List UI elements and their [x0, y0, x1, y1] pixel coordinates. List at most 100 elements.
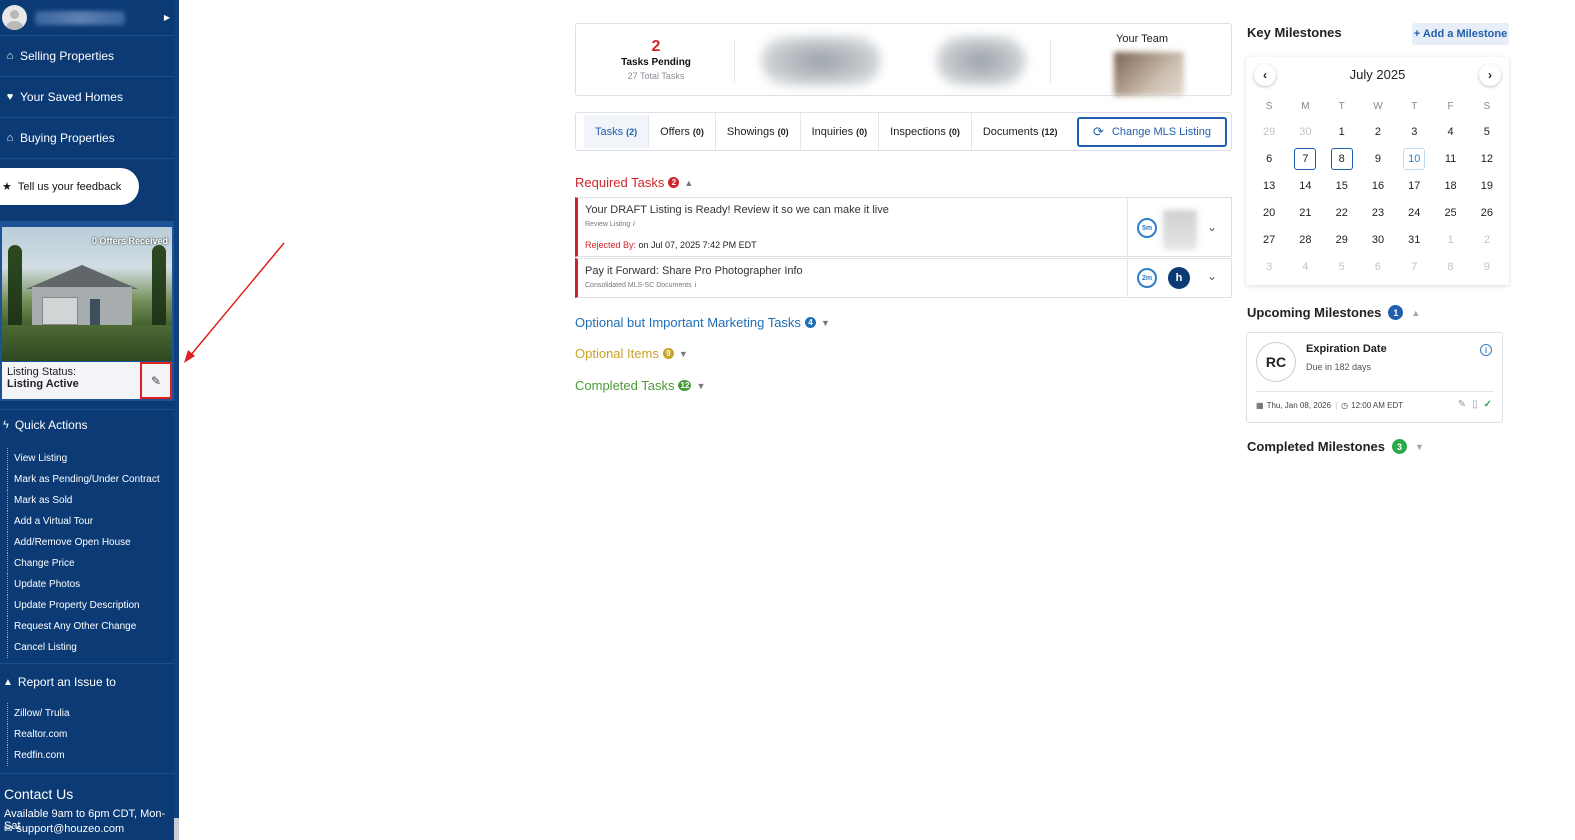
add-milestone-button[interactable]: + Add a Milestone: [1412, 23, 1509, 45]
calendar-day[interactable]: 7: [1396, 253, 1432, 280]
calendar-day[interactable]: 13: [1251, 172, 1287, 199]
calendar-day[interactable]: 2: [1469, 226, 1505, 253]
sidebar-item-selling-properties[interactable]: ⌂ Selling Properties: [0, 36, 174, 77]
scrollbar-thumb[interactable]: [174, 0, 179, 818]
change-mls-listing-button[interactable]: ⟳ Change MLS Listing: [1077, 117, 1227, 147]
calendar-day[interactable]: 7: [1287, 145, 1323, 172]
required-tasks-heading[interactable]: Required Tasks 2 ▲: [575, 175, 693, 190]
chevron-down-icon[interactable]: ⌄: [1207, 220, 1217, 234]
sidebar-item-saved-homes[interactable]: ♥ Your Saved Homes: [0, 77, 174, 118]
quick-action-cancel-listing[interactable]: Cancel Listing: [0, 637, 174, 658]
report-link-realtor[interactable]: Realtor.com: [0, 724, 174, 745]
upcoming-milestones-heading[interactable]: Upcoming Milestones 1 ▲: [1247, 305, 1420, 320]
task-row[interactable]: Your DRAFT Listing is Ready! Review it s…: [575, 197, 1232, 257]
quick-action-other-change[interactable]: Request Any Other Change: [0, 616, 174, 637]
feedback-button[interactable]: ★ Tell us your feedback: [0, 168, 139, 205]
calendar-day[interactable]: 17: [1396, 172, 1432, 199]
info-icon[interactable]: i: [1480, 344, 1492, 356]
team-avatar[interactable]: [1114, 52, 1184, 96]
report-link-zillow[interactable]: Zillow/ Trulia: [0, 703, 174, 724]
calendar-day[interactable]: 9: [1360, 145, 1396, 172]
sidebar-scrollbar[interactable]: [174, 0, 179, 840]
section-label: Completed Tasks: [575, 378, 675, 393]
trash-icon[interactable]: ▯: [1472, 399, 1478, 410]
calendar-day[interactable]: 8: [1324, 145, 1360, 172]
calendar-day[interactable]: 30: [1360, 226, 1396, 253]
paperclip-icon[interactable]: ✎: [140, 362, 172, 399]
calendar-day[interactable]: 10: [1396, 145, 1432, 172]
section-count-badge: 4: [804, 317, 816, 328]
user-menu[interactable]: ▶: [0, 0, 174, 36]
calendar-day[interactable]: 26: [1469, 199, 1505, 226]
calendar-day[interactable]: 9: [1469, 253, 1505, 280]
task-subtitle: Consolidated MLS-SC Documents i: [585, 282, 696, 289]
tab-inspections[interactable]: Inspections (0): [879, 113, 972, 150]
info-icon[interactable]: i: [633, 221, 635, 228]
task-title: Your DRAFT Listing is Ready! Review it s…: [585, 204, 889, 216]
chevron-right-icon[interactable]: ›: [1479, 64, 1501, 86]
calendar-day[interactable]: 11: [1432, 145, 1468, 172]
contact-email-link[interactable]: ✉ support@houzeo.com: [4, 823, 124, 835]
calendar-day[interactable]: 21: [1287, 199, 1323, 226]
info-icon[interactable]: i: [695, 282, 697, 289]
quick-action-update-description[interactable]: Update Property Description: [0, 595, 174, 616]
calendar-day[interactable]: 8: [1432, 253, 1468, 280]
calendar-day[interactable]: 25: [1432, 199, 1468, 226]
check-icon[interactable]: ✓: [1484, 399, 1492, 410]
calendar-day[interactable]: 1: [1432, 226, 1468, 253]
calendar-day-number: 5: [1483, 125, 1490, 138]
section-label: Upcoming Milestones: [1247, 305, 1382, 320]
tab-showings[interactable]: Showings (0): [716, 113, 801, 150]
calendar-day[interactable]: 20: [1251, 199, 1287, 226]
calendar-day[interactable]: 5: [1469, 118, 1505, 145]
calendar-day[interactable]: 19: [1469, 172, 1505, 199]
calendar-day[interactable]: 22: [1324, 199, 1360, 226]
calendar-day[interactable]: 5: [1324, 253, 1360, 280]
calendar-day[interactable]: 14: [1287, 172, 1323, 199]
edit-icon[interactable]: ✎: [1458, 399, 1466, 410]
calendar-day[interactable]: 12: [1469, 145, 1505, 172]
calendar-day[interactable]: 31: [1396, 226, 1432, 253]
calendar-day[interactable]: 3: [1251, 253, 1287, 280]
calendar-day[interactable]: 29: [1251, 118, 1287, 145]
listing-photo[interactable]: 0 Offers Received: [2, 227, 172, 361]
calendar-day[interactable]: 6: [1251, 145, 1287, 172]
quick-action-open-house[interactable]: Add/Remove Open House: [0, 532, 174, 553]
quick-action-change-price[interactable]: Change Price: [0, 553, 174, 574]
quick-action-view-listing[interactable]: View Listing: [0, 448, 174, 469]
calendar-day[interactable]: 15: [1324, 172, 1360, 199]
tab-documents[interactable]: Documents (12): [972, 113, 1069, 150]
calendar-day[interactable]: 6: [1360, 253, 1396, 280]
completed-tasks-heading[interactable]: Completed Tasks 12 ▼: [575, 378, 705, 393]
tab-tasks[interactable]: Tasks (2): [584, 115, 650, 148]
quick-action-virtual-tour[interactable]: Add a Virtual Tour: [0, 511, 174, 532]
calendar-day[interactable]: 30: [1287, 118, 1323, 145]
quick-action-mark-sold[interactable]: Mark as Sold: [0, 490, 174, 511]
chevron-down-icon[interactable]: ⌄: [1207, 269, 1217, 283]
calendar-day-number: 4: [1302, 260, 1309, 273]
tab-inquiries[interactable]: Inquiries (0): [801, 113, 880, 150]
tab-offers[interactable]: Offers (0): [649, 113, 716, 150]
optional-items-heading[interactable]: Optional Items 9 ▼: [575, 346, 688, 361]
report-link-redfin[interactable]: Redfin.com: [0, 745, 174, 766]
calendar-day[interactable]: 29: [1324, 226, 1360, 253]
calendar-day[interactable]: 3: [1396, 118, 1432, 145]
calendar-day-number: 2: [1483, 233, 1490, 246]
calendar-day[interactable]: 1: [1324, 118, 1360, 145]
calendar-day-number: 29: [1335, 233, 1348, 246]
calendar-day[interactable]: 16: [1360, 172, 1396, 199]
completed-milestones-heading[interactable]: Completed Milestones 3 ▼: [1247, 439, 1424, 454]
calendar-day[interactable]: 24: [1396, 199, 1432, 226]
calendar-day[interactable]: 4: [1432, 118, 1468, 145]
calendar-day[interactable]: 23: [1360, 199, 1396, 226]
optional-marketing-tasks-heading[interactable]: Optional but Important Marketing Tasks 4…: [575, 315, 830, 330]
quick-action-mark-pending[interactable]: Mark as Pending/Under Contract: [0, 469, 174, 490]
calendar-day[interactable]: 27: [1251, 226, 1287, 253]
calendar-day[interactable]: 4: [1287, 253, 1323, 280]
task-row[interactable]: Pay it Forward: Share Pro Photographer I…: [575, 258, 1232, 298]
quick-action-update-photos[interactable]: Update Photos: [0, 574, 174, 595]
sidebar-item-buying-properties[interactable]: ⌂ Buying Properties: [0, 118, 174, 159]
calendar-day[interactable]: 28: [1287, 226, 1323, 253]
calendar-day[interactable]: 2: [1360, 118, 1396, 145]
calendar-day[interactable]: 18: [1432, 172, 1468, 199]
